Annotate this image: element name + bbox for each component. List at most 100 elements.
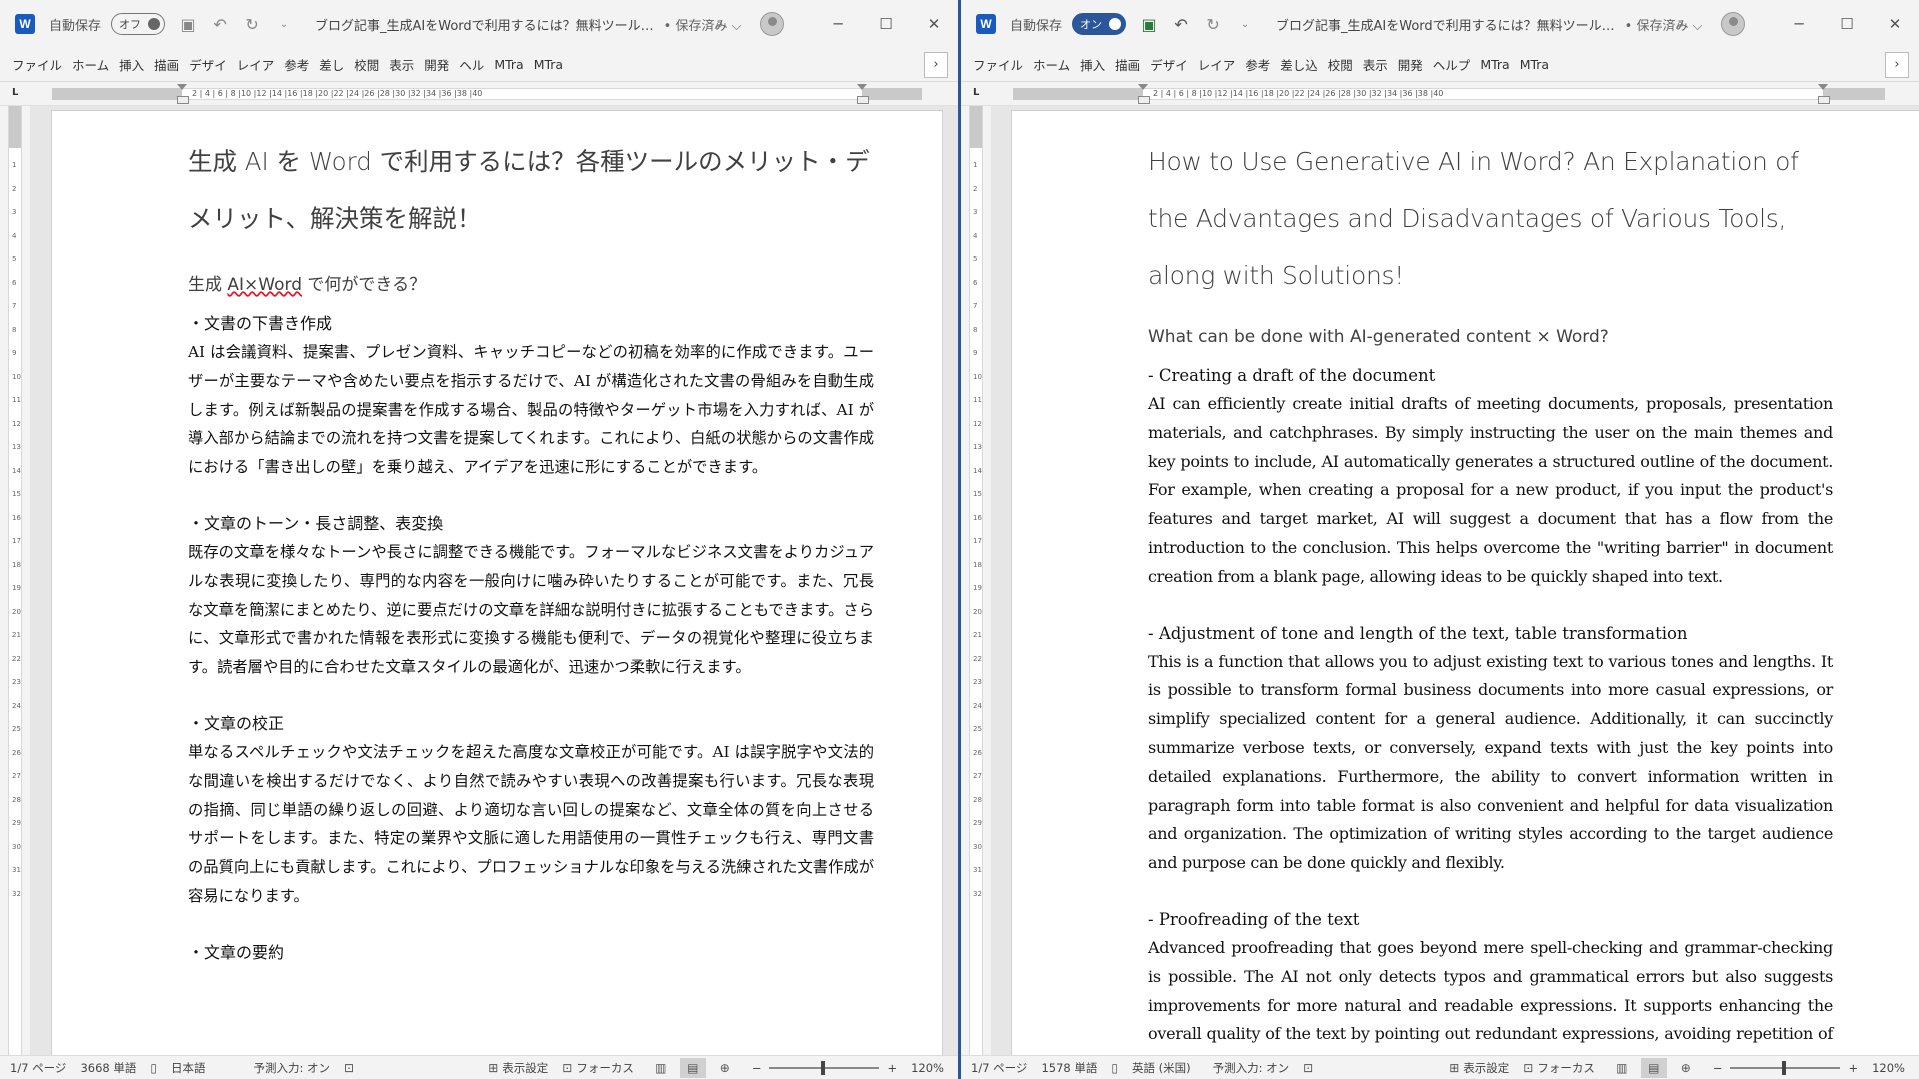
word-count[interactable]: 3668 単語 bbox=[80, 1060, 136, 1076]
minimize-icon[interactable]: ─ bbox=[814, 15, 862, 33]
section-title[interactable]: ・文章のトーン・長さ調整、表変換 bbox=[188, 510, 874, 538]
ribbon-expand-button[interactable]: › bbox=[1885, 52, 1909, 78]
undo-icon[interactable]: ↶ bbox=[211, 15, 229, 34]
section-title[interactable]: ・文章の校正 bbox=[188, 710, 874, 738]
document-content[interactable]: How to Use Generative AI in Word? An Exp… bbox=[1148, 133, 1833, 1055]
accessibility-icon[interactable]: ⊡ bbox=[1303, 1061, 1313, 1075]
redo-icon[interactable]: ↻ bbox=[243, 15, 261, 34]
text-prediction-status[interactable]: 予測入力: オン bbox=[1213, 1060, 1290, 1076]
document-area[interactable]: 生成 AI を Word で利用するには？各種ツールのメリット・デメリット、解決… bbox=[30, 106, 958, 1055]
section-title[interactable]: - Proofreading of the text bbox=[1148, 906, 1833, 934]
tab-draw[interactable]: 描画 bbox=[1110, 55, 1145, 74]
web-layout-icon[interactable]: ⊕ bbox=[712, 1058, 738, 1078]
tab-developer[interactable]: 開発 bbox=[419, 55, 454, 74]
section-heading[interactable]: What can be done with AI-generated conte… bbox=[1148, 327, 1833, 347]
page-title[interactable]: 生成 AI を Word で利用するには？各種ツールのメリット・デメリット、解決… bbox=[188, 133, 874, 247]
tab-references[interactable]: 参考 bbox=[279, 55, 314, 74]
section-body[interactable]: 単なるスペルチェックや文法チェックを超えた高度な文章校正が可能です。AI は誤字… bbox=[188, 738, 874, 911]
focus-icon[interactable]: ⊡ bbox=[1523, 1061, 1533, 1075]
horizontal-ruler[interactable]: L 2 | 4 | 6 | 8 |10 |12 |14 |16 |18 |20 … bbox=[961, 82, 1919, 106]
tab-layout[interactable]: レイア bbox=[1193, 55, 1241, 74]
section-body[interactable]: AI は会議資料、提案書、プレゼン資料、キャッチコピーなどの初稿を効率的に作成で… bbox=[188, 338, 874, 482]
indent-marker[interactable] bbox=[1138, 84, 1150, 104]
display-settings-button[interactable]: 表示設定 bbox=[1463, 1060, 1509, 1076]
section-body[interactable]: 既存の文章を様々なトーンや長さに調整できる機能です。フォーマルなビジネス文書をよ… bbox=[188, 538, 874, 682]
zoom-in-icon[interactable]: + bbox=[887, 1061, 897, 1075]
accessibility-icon[interactable]: ⊡ bbox=[344, 1061, 354, 1075]
section-title[interactable]: - Creating a draft of the document bbox=[1148, 362, 1833, 390]
tab-developer[interactable]: 開発 bbox=[1393, 55, 1428, 74]
display-settings-icon[interactable]: ⊞ bbox=[488, 1061, 498, 1075]
proofing-icon[interactable]: ▯ bbox=[1111, 1061, 1118, 1075]
zoom-level[interactable]: 120% bbox=[1872, 1061, 1905, 1075]
tab-review[interactable]: 校閲 bbox=[349, 55, 384, 74]
tab-help[interactable]: ヘルプ bbox=[1428, 55, 1476, 74]
section-title[interactable]: ・文書の下書き作成 bbox=[188, 310, 874, 338]
tab-insert[interactable]: 挿入 bbox=[1075, 55, 1110, 74]
tab-home[interactable]: ホーム bbox=[1028, 55, 1075, 74]
search-icon[interactable]: ⌕ bbox=[1676, 14, 1685, 34]
indent-marker[interactable] bbox=[177, 84, 189, 104]
tab-view[interactable]: 表示 bbox=[1358, 55, 1393, 74]
customize-qat-icon[interactable]: ⌄ bbox=[275, 19, 293, 30]
page-title[interactable]: How to Use Generative AI in Word? An Exp… bbox=[1148, 133, 1833, 304]
display-settings-icon[interactable]: ⊞ bbox=[1449, 1061, 1459, 1075]
tab-mtra-1[interactable]: MTra bbox=[489, 57, 528, 72]
tab-mailings[interactable]: 差し込 bbox=[1275, 55, 1323, 74]
read-mode-icon[interactable]: ▥ bbox=[1609, 1058, 1635, 1078]
redo-icon[interactable]: ↻ bbox=[1204, 15, 1222, 34]
tab-file[interactable]: ファイル bbox=[968, 55, 1028, 74]
tab-help[interactable]: ヘル bbox=[454, 55, 489, 74]
save-icon[interactable]: ▣ bbox=[179, 15, 197, 34]
section-body[interactable]: This is a function that allows you to ad… bbox=[1148, 648, 1833, 878]
tab-design[interactable]: デザイ bbox=[1145, 55, 1193, 74]
spell-error-text[interactable]: AI×Word bbox=[227, 275, 302, 295]
undo-icon[interactable]: ↶ bbox=[1172, 15, 1190, 34]
zoom-out-icon[interactable]: − bbox=[752, 1061, 762, 1075]
page-count[interactable]: 1/7 ページ bbox=[971, 1060, 1027, 1076]
word-count[interactable]: 1578 単語 bbox=[1041, 1060, 1097, 1076]
search-icon[interactable]: ⌕ bbox=[715, 14, 724, 34]
tab-file[interactable]: ファイル bbox=[7, 55, 67, 74]
right-indent-marker[interactable] bbox=[1818, 84, 1830, 104]
tab-mtra-1[interactable]: MTra bbox=[1475, 57, 1514, 72]
close-icon[interactable]: ✕ bbox=[1871, 15, 1919, 33]
zoom-level[interactable]: 120% bbox=[911, 1061, 944, 1075]
document-title[interactable]: ブログ記事_生成AIをWordで利用するには？無料ツール… bbox=[1276, 15, 1615, 34]
tab-mtra-2[interactable]: MTra bbox=[529, 57, 568, 72]
proofing-icon[interactable]: ▯ bbox=[150, 1061, 157, 1075]
section-body[interactable]: AI can efficiently create initial drafts… bbox=[1148, 390, 1833, 592]
read-mode-icon[interactable]: ▥ bbox=[648, 1058, 674, 1078]
zoom-in-icon[interactable]: + bbox=[1848, 1061, 1858, 1075]
close-icon[interactable]: ✕ bbox=[910, 15, 958, 33]
document-area[interactable]: How to Use Generative AI in Word? An Exp… bbox=[991, 106, 1919, 1055]
tab-layout[interactable]: レイア bbox=[232, 55, 280, 74]
focus-icon[interactable]: ⊡ bbox=[562, 1061, 572, 1075]
maximize-icon[interactable]: ☐ bbox=[862, 15, 910, 33]
section-body[interactable]: Advanced proofreading that goes beyond m… bbox=[1148, 934, 1833, 1055]
tab-home[interactable]: ホーム bbox=[67, 55, 114, 74]
avatar[interactable] bbox=[1721, 12, 1745, 36]
section-heading[interactable]: 生成 AI×Word で何ができる？ bbox=[188, 270, 874, 295]
zoom-slider-thumb[interactable] bbox=[821, 1061, 826, 1075]
section-title[interactable]: - Adjustment of tone and length of the t… bbox=[1148, 620, 1833, 648]
document-content[interactable]: 生成 AI を Word で利用するには？各種ツールのメリット・デメリット、解決… bbox=[188, 133, 874, 967]
section-title[interactable]: ・文章の要約 bbox=[188, 939, 874, 967]
print-layout-icon[interactable]: ▤ bbox=[1640, 1058, 1667, 1078]
print-layout-icon[interactable]: ▤ bbox=[679, 1058, 706, 1078]
document-page[interactable]: 生成 AI を Word で利用するには？各種ツールのメリット・デメリット、解決… bbox=[51, 110, 943, 1055]
zoom-out-icon[interactable]: − bbox=[1713, 1061, 1723, 1075]
customize-qat-icon[interactable]: ⌄ bbox=[1236, 19, 1254, 30]
right-indent-marker[interactable] bbox=[857, 84, 869, 104]
tab-view[interactable]: 表示 bbox=[384, 55, 419, 74]
zoom-slider-thumb[interactable] bbox=[1782, 1061, 1787, 1075]
page-count[interactable]: 1/7 ページ bbox=[10, 1060, 66, 1076]
tab-selector[interactable]: L bbox=[973, 87, 979, 98]
web-layout-icon[interactable]: ⊕ bbox=[1673, 1058, 1699, 1078]
save-icon[interactable]: ▣ bbox=[1140, 15, 1158, 34]
text-prediction-status[interactable]: 予測入力: オン bbox=[253, 1060, 330, 1076]
focus-button[interactable]: フォーカス bbox=[576, 1060, 634, 1076]
tab-mailings[interactable]: 差し bbox=[314, 55, 349, 74]
autosave-toggle[interactable]: オフ bbox=[111, 13, 166, 35]
zoom-slider[interactable] bbox=[1730, 1061, 1841, 1075]
